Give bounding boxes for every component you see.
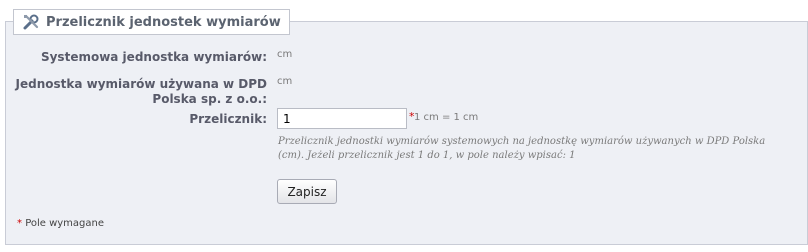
required-note-mark: * — [17, 218, 22, 229]
panel-title: Przelicznik jednostek wymiarów — [46, 14, 281, 30]
dpd-unit-value: cm — [277, 76, 293, 87]
converter-description: Przelicznik jednostki wymiarów systemowy… — [278, 135, 778, 163]
converter-hint: 1 cm = 1 cm — [414, 112, 479, 123]
converter-input[interactable] — [277, 108, 407, 129]
save-button[interactable]: Zapisz — [277, 179, 337, 204]
system-unit-label: Systemowa jednostka wymiarów: — [40, 50, 267, 64]
tools-icon — [22, 13, 40, 31]
converter-label: Przelicznik: — [189, 112, 267, 126]
required-fields-note: * Pole wymagane — [17, 218, 104, 229]
converter-description-line1: Przelicznik jednostki wymiarów systemowy… — [278, 136, 766, 147]
panel-legend: Przelicznik jednostek wymiarów — [13, 9, 290, 35]
system-unit-value: cm — [277, 49, 293, 60]
converter-description-line2: (cm). Jeżeli przelicznik jest 1 do 1, w … — [278, 150, 576, 161]
required-note-text: Pole wymagane — [25, 218, 105, 229]
dpd-unit-label-line2: Polska sp. z o.o.: — [152, 92, 267, 106]
dpd-unit-label-line1: Jednostka wymiarów używana w DPD — [15, 77, 268, 91]
